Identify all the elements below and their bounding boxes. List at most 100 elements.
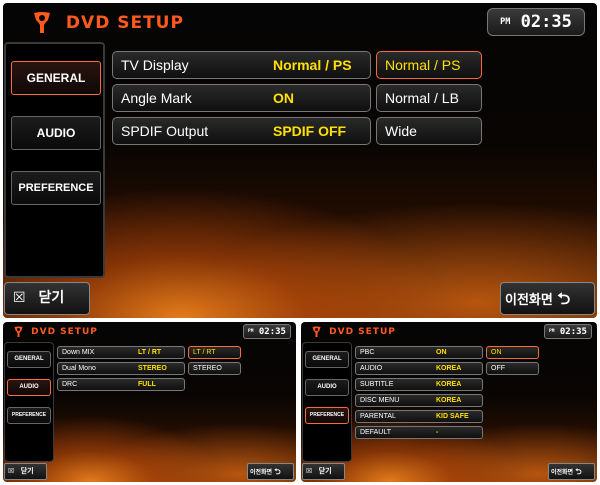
category-sidebar: GENERAL AUDIO PREFERENCE	[4, 42, 105, 278]
option-off[interactable]: OFF	[486, 362, 539, 375]
clock-period: PM	[549, 329, 555, 334]
sidebar-item-audio[interactable]: AUDIO	[305, 379, 349, 396]
back-button[interactable]: 이전화면 ⮌	[247, 463, 294, 480]
setting-row-default[interactable]: DEFAULT -	[355, 426, 483, 439]
setting-value: STEREO	[138, 365, 167, 372]
window-title: DVD SETUP	[31, 9, 184, 37]
setting-row-drc[interactable]: DRC FULL	[57, 378, 185, 391]
close-label: 닫기	[38, 290, 65, 306]
option-on[interactable]: ON	[486, 346, 539, 359]
category-sidebar: GENERAL AUDIO PREFERENCE	[4, 342, 54, 462]
sidebar-item-preference[interactable]: PREFERENCE	[305, 407, 349, 424]
sidebar-item-label: GENERAL	[312, 356, 342, 362]
sidebar-item-label: GENERAL	[14, 356, 44, 362]
return-arrow-icon: ⮌	[274, 467, 281, 476]
clock-time: 02:35	[258, 327, 286, 337]
close-box-icon: ☒	[13, 290, 26, 306]
close-box-icon: ☒	[306, 467, 313, 475]
sidebar-item-audio[interactable]: AUDIO	[7, 379, 51, 396]
title-text: DVD SETUP	[31, 327, 98, 337]
setting-label: TV Display	[121, 57, 189, 73]
back-label: 이전화면	[505, 293, 553, 308]
setting-value: ON	[273, 90, 294, 106]
setting-value: KOREA	[436, 397, 462, 404]
setting-row-parental[interactable]: PARENTAL KID SAFE	[355, 410, 483, 423]
setting-row-disc-menu[interactable]: DISC MENU KOREA	[355, 394, 483, 407]
sidebar-item-label: AUDIO	[19, 384, 39, 390]
option-label: Normal / PS	[385, 57, 461, 73]
close-button[interactable]: ☒ 닫기	[4, 463, 47, 480]
setting-row-spdif-output[interactable]: SPDIF Output SPDIF OFF	[112, 117, 371, 145]
setting-row-angle-mark[interactable]: Angle Mark ON	[112, 84, 371, 112]
option-wide[interactable]: Wide	[376, 117, 482, 145]
back-button[interactable]: 이전화면 ⮌	[500, 282, 595, 315]
back-label: 이전화면	[250, 469, 273, 476]
back-label: 이전화면	[551, 469, 574, 476]
sidebar-item-label: GENERAL	[26, 71, 86, 85]
setting-label: PARENTAL	[360, 413, 396, 420]
setting-value: SPDIF OFF	[273, 123, 347, 139]
setting-label: PBC	[360, 349, 375, 356]
setting-value: LT / RT	[138, 349, 162, 356]
preference-setup-screen: DVD SETUP PM 02:35 GENERAL AUDIO PREFERE…	[301, 322, 597, 482]
setting-label: SPDIF Output	[121, 123, 209, 139]
setting-value: KOREA	[436, 365, 462, 372]
setting-value: KID SAFE	[436, 413, 469, 420]
close-button[interactable]: ☒ 닫기	[4, 282, 90, 315]
sidebar-item-preference[interactable]: PREFERENCE	[7, 407, 51, 424]
setting-label: AUDIO	[360, 365, 383, 372]
clock-period: PM	[248, 329, 254, 334]
setting-row-subtitle[interactable]: SUBTITLE KOREA	[355, 378, 483, 391]
setting-row-audio[interactable]: AUDIO KOREA	[355, 362, 483, 375]
return-arrow-icon: ⮌	[557, 289, 571, 308]
option-lt-rt[interactable]: LT / RT	[188, 346, 241, 359]
setting-value: KOREA	[436, 381, 462, 388]
close-label: 닫기	[318, 467, 332, 475]
setting-row-dual-mono[interactable]: Dual Mono STEREO	[57, 362, 185, 375]
option-label: LT / RT	[193, 349, 216, 356]
option-label: ON	[491, 349, 502, 356]
setting-label: DEFAULT	[360, 429, 391, 436]
setting-label: Down MIX	[62, 349, 95, 356]
close-button[interactable]: ☒ 닫기	[302, 463, 345, 480]
option-normal-ps[interactable]: Normal / PS	[376, 51, 482, 79]
wrench-logo-icon	[312, 326, 321, 337]
setting-label: Dual Mono	[62, 365, 96, 372]
sidebar-item-general[interactable]: GENERAL	[7, 351, 51, 368]
close-box-icon: ☒	[8, 467, 15, 475]
sidebar-item-audio[interactable]: AUDIO	[11, 116, 101, 150]
window-title: DVD SETUP	[13, 324, 98, 340]
option-label: Normal / LB	[385, 90, 459, 106]
clock-display: PM 02:35	[487, 8, 585, 36]
close-label: 닫기	[20, 467, 34, 475]
setting-label: SUBTITLE	[360, 381, 394, 388]
setting-row-down-mix[interactable]: Down MIX LT / RT	[57, 346, 185, 359]
clock-period: PM	[500, 17, 511, 27]
sidebar-item-general[interactable]: GENERAL	[11, 61, 101, 95]
wrench-logo-icon	[14, 326, 23, 337]
sidebar-item-general[interactable]: GENERAL	[305, 351, 349, 368]
title-text: DVD SETUP	[65, 13, 184, 33]
setting-value: ON	[436, 349, 447, 356]
setting-row-pbc[interactable]: PBC ON	[355, 346, 483, 359]
general-setup-screen: DVD SETUP PM 02:35 GENERAL AUDIO PREFERE…	[3, 3, 597, 318]
sidebar-item-label: PREFERENCE	[11, 412, 47, 418]
sidebar-item-label: PREFERENCE	[309, 412, 345, 418]
category-sidebar: GENERAL AUDIO PREFERENCE	[302, 342, 352, 462]
setting-value: -	[436, 429, 439, 436]
setting-row-tv-display[interactable]: TV Display Normal / PS	[112, 51, 371, 79]
clock-time: 02:35	[559, 327, 587, 337]
option-label: Wide	[385, 123, 417, 139]
setting-label: Angle Mark	[121, 90, 192, 106]
sidebar-item-label: PREFERENCE	[18, 182, 94, 194]
wrench-logo-icon	[34, 12, 50, 33]
setting-label: DRC	[62, 381, 78, 388]
sidebar-item-preference[interactable]: PREFERENCE	[11, 171, 101, 205]
back-button[interactable]: 이전화면 ⮌	[548, 463, 595, 480]
option-normal-lb[interactable]: Normal / LB	[376, 84, 482, 112]
audio-setup-screen: DVD SETUP PM 02:35 GENERAL AUDIO PREFERE…	[3, 322, 296, 482]
option-label: OFF	[491, 365, 505, 372]
setting-value: FULL	[138, 381, 156, 388]
option-stereo[interactable]: STEREO	[188, 362, 241, 375]
option-label: STEREO	[193, 365, 222, 372]
